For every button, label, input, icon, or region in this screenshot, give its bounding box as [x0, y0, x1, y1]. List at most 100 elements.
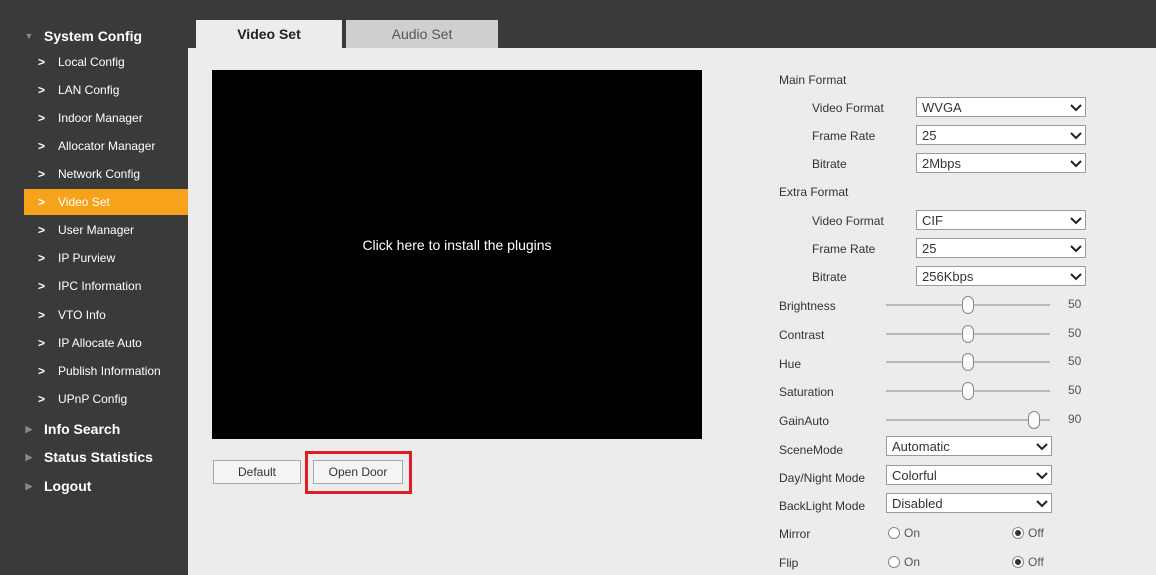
backlight-mode-label: BackLight Mode	[779, 499, 866, 513]
chevron-right-icon: >	[38, 111, 46, 125]
sidebar-item-local-config[interactable]: > Local Config	[24, 49, 188, 75]
sidebar-item-label: Publish Information	[58, 364, 161, 378]
chevron-down-icon	[1036, 472, 1048, 480]
sidebar-item-indoor-manager[interactable]: > Indoor Manager	[24, 105, 188, 131]
video-preview[interactable]: Click here to install the plugins	[212, 70, 702, 439]
select-value: 25	[922, 240, 937, 256]
sidebar-section-logout[interactable]: ▶ Logout	[0, 472, 188, 500]
sidebar-section-info-search[interactable]: ▶ Info Search	[0, 415, 188, 443]
triangle-right-icon: ▶	[25, 480, 33, 491]
sidebar-item-network-config[interactable]: > Network Config	[24, 161, 188, 187]
chevron-right-icon: >	[38, 55, 46, 69]
radio-selected-icon	[1012, 556, 1024, 568]
backlight-mode-select[interactable]: Disabled	[886, 493, 1052, 513]
slider-thumb[interactable]	[962, 296, 974, 314]
day-night-mode-select[interactable]: Colorful	[886, 465, 1052, 485]
sidebar-item-ip-purview[interactable]: > IP Purview	[24, 245, 188, 271]
chevron-right-icon: >	[38, 336, 46, 350]
flip-label: Flip	[779, 556, 799, 570]
chevron-right-icon: >	[38, 251, 46, 265]
sidebar-item-ip-allocate-auto[interactable]: > IP Allocate Auto	[24, 330, 188, 356]
section-label: Info Search	[44, 421, 121, 437]
sidebar-item-vto-info[interactable]: > VTO Info	[24, 302, 188, 328]
sidebar-section-system-config[interactable]: ▼ System Config	[0, 22, 188, 50]
radio-label: Off	[1028, 555, 1044, 569]
brightness-slider[interactable]	[886, 295, 1050, 315]
sidebar-item-label: IP Allocate Auto	[58, 336, 142, 350]
main-video-format-select[interactable]: WVGA	[916, 97, 1086, 117]
chevron-right-icon: >	[38, 167, 46, 181]
sidebar-item-publish-information[interactable]: > Publish Information	[24, 358, 188, 384]
hue-slider[interactable]	[886, 352, 1050, 372]
mirror-label: Mirror	[779, 527, 811, 541]
extra-frame-rate-select[interactable]: 25	[916, 238, 1086, 258]
highlight-box	[305, 451, 412, 494]
slider-thumb[interactable]	[1028, 411, 1040, 429]
sidebar-item-video-set[interactable]: > Video Set	[24, 189, 188, 215]
scene-mode-select[interactable]: Automatic	[886, 436, 1052, 456]
chevron-right-icon: >	[38, 392, 46, 406]
triangle-right-icon: ▶	[25, 451, 33, 462]
saturation-value: 50	[1068, 383, 1082, 397]
main-bitrate-select[interactable]: 2Mbps	[916, 153, 1086, 173]
radio-label: On	[904, 526, 921, 540]
sidebar-item-label: Indoor Manager	[58, 111, 143, 125]
sidebar-item-label: Allocator Manager	[58, 139, 156, 153]
sidebar-item-user-manager[interactable]: > User Manager	[24, 217, 188, 243]
radio-label: On	[904, 555, 921, 569]
chevron-right-icon: >	[38, 83, 46, 97]
radio-circle-icon	[888, 527, 900, 539]
install-plugin-link[interactable]: Click here to install the plugins	[362, 237, 551, 253]
tab-audio-set[interactable]: Audio Set	[346, 20, 498, 48]
select-value: CIF	[922, 212, 943, 228]
extra-bitrate-select[interactable]: 256Kbps	[916, 266, 1086, 286]
gain-auto-value: 90	[1068, 412, 1082, 426]
tab-video-set[interactable]: Video Set	[196, 20, 342, 48]
select-value: Disabled	[892, 495, 943, 511]
sidebar-item-label: UPnP Config	[58, 392, 128, 406]
select-value: 25	[922, 127, 937, 143]
slider-thumb[interactable]	[962, 382, 974, 400]
chevron-down-icon	[1036, 500, 1048, 508]
select-value: 2Mbps	[922, 155, 962, 171]
main-frame-rate-label: Frame Rate	[812, 129, 876, 143]
sidebar-item-label: LAN Config	[58, 83, 120, 97]
mirror-off-radio[interactable]: Off	[1012, 526, 1044, 540]
section-label: Logout	[44, 478, 92, 494]
default-button[interactable]: Default	[213, 460, 301, 484]
radio-label: Off	[1028, 526, 1044, 540]
main-video-format-label: Video Format	[812, 101, 884, 115]
extra-video-format-label: Video Format	[812, 214, 884, 228]
extra-video-format-select[interactable]: CIF	[916, 210, 1086, 230]
radio-circle-icon	[888, 556, 900, 568]
hue-value: 50	[1068, 354, 1082, 368]
triangle-right-icon: ▶	[25, 423, 33, 434]
section-label: Status Statistics	[44, 449, 153, 465]
mirror-on-radio[interactable]: On	[888, 526, 920, 540]
chevron-down-icon	[1070, 245, 1082, 253]
saturation-label: Saturation	[779, 385, 834, 399]
sidebar-item-label: VTO Info	[58, 308, 106, 322]
sidebar: ▼ System Config > Local Config > LAN Con…	[0, 0, 188, 575]
saturation-slider[interactable]	[886, 381, 1050, 401]
slider-track	[886, 419, 1050, 421]
slider-thumb[interactable]	[962, 325, 974, 343]
select-value: 256Kbps	[922, 268, 974, 284]
sidebar-item-label: Video Set	[58, 195, 110, 209]
sidebar-item-allocator-manager[interactable]: > Allocator Manager	[24, 133, 188, 159]
extra-frame-rate-label: Frame Rate	[812, 242, 876, 256]
sidebar-item-upnp-config[interactable]: > UPnP Config	[24, 386, 188, 412]
contrast-slider[interactable]	[886, 324, 1050, 344]
main-frame-rate-select[interactable]: 25	[916, 125, 1086, 145]
gain-auto-slider[interactable]	[886, 410, 1050, 430]
sidebar-item-label: IPC Information	[58, 279, 142, 293]
sidebar-item-lan-config[interactable]: > LAN Config	[24, 77, 188, 103]
flip-on-radio[interactable]: On	[888, 555, 920, 569]
flip-off-radio[interactable]: Off	[1012, 555, 1044, 569]
slider-thumb[interactable]	[962, 353, 974, 371]
select-value: Automatic	[892, 438, 950, 454]
sidebar-section-status-statistics[interactable]: ▶ Status Statistics	[0, 443, 188, 471]
extra-format-heading: Extra Format	[779, 185, 849, 199]
extra-bitrate-label: Bitrate	[812, 270, 847, 284]
sidebar-item-ipc-information[interactable]: > IPC Information	[24, 273, 188, 299]
